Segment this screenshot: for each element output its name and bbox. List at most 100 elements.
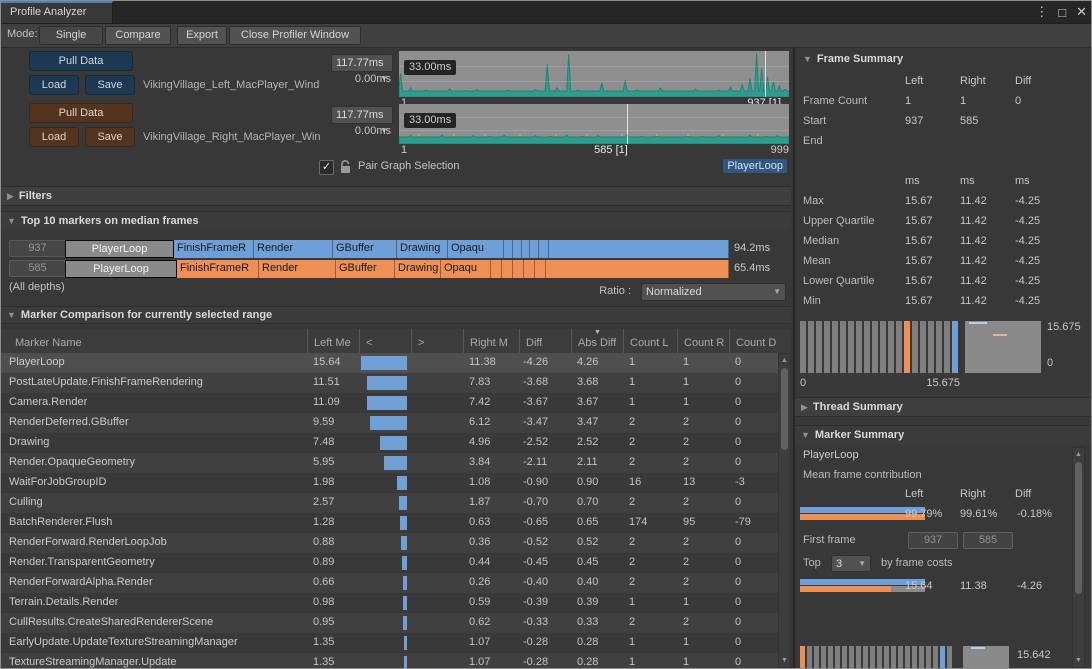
cell: -0.33 (523, 616, 548, 628)
table-row[interactable]: Drawing7.484.96-2.522.52220 (1, 433, 778, 453)
marker-segment[interactable]: GBuffer (336, 260, 395, 278)
left-panel: Pull Data Load Save VikingVillage_Left_M… (1, 47, 791, 668)
thread-summary-header[interactable]: ▶Thread Summary (795, 397, 1092, 417)
marker-segment[interactable]: PlayerLoop (65, 240, 174, 258)
table-row[interactable]: PostLateUpdate.FinishFrameRendering11.51… (1, 373, 778, 393)
scroll-down-icon[interactable]: ▼ (779, 657, 790, 664)
filters-section-header[interactable]: ▶Filters (1, 186, 791, 206)
marker-segment-small[interactable] (549, 240, 729, 258)
selected-marker-chip[interactable]: PlayerLoop (723, 159, 787, 173)
pair-graph-checkbox[interactable]: ✓ (319, 160, 334, 175)
marker-segment[interactable]: Render (254, 240, 333, 258)
frame-time-graph-left[interactable]: 33.00ms (399, 51, 789, 97)
table-row[interactable]: RenderForward.RenderLoopJob0.880.36-0.52… (1, 533, 778, 553)
frame-time-graph-right[interactable]: 33.00ms (399, 104, 789, 144)
pull-data-right-button[interactable]: Pull Data (29, 103, 133, 123)
marker-segment-small[interactable] (522, 240, 530, 258)
column-header[interactable]: Count D (729, 329, 778, 353)
comparison-section-header[interactable]: ▼Marker Comparison for currently selecte… (1, 306, 791, 324)
column-header[interactable]: Diff (519, 329, 571, 353)
first-frame-left-button[interactable]: 937 (908, 532, 958, 549)
left-graph-scale-dropdown[interactable]: 117.77ms▼ (331, 54, 393, 72)
column-header[interactable]: Count R (677, 329, 729, 353)
close-profiler-window-button[interactable]: Close Profiler Window (229, 26, 361, 45)
marker-segment[interactable]: FinishFrameR (174, 240, 254, 258)
column-header[interactable]: Left Me (307, 329, 359, 353)
frame-number-button[interactable]: 585 (9, 260, 66, 277)
table-row[interactable]: Terrain.Details.Render0.980.59-0.390.391… (1, 593, 778, 613)
scroll-up-icon[interactable]: ▲ (779, 357, 790, 364)
marker-segment[interactable]: PlayerLoop (65, 260, 177, 278)
comparison-table-scrollbar[interactable]: ▲ ▼ (778, 353, 791, 668)
marker-segment[interactable]: Drawing (397, 240, 448, 258)
frame-summary-header[interactable]: ▼Frame Summary (803, 53, 903, 65)
marker-segment[interactable]: Render (259, 260, 336, 278)
pull-data-left-button[interactable]: Pull Data (29, 51, 133, 71)
column-header[interactable]: ▼Abs Diff (571, 329, 623, 353)
column-header[interactable]: Marker Name (9, 329, 307, 353)
column-header[interactable]: Count L (623, 329, 677, 353)
scrollbar-thumb[interactable] (781, 368, 788, 450)
top10-section-header[interactable]: ▼Top 10 markers on median frames (1, 211, 791, 231)
scrollbar-thumb[interactable] (1075, 462, 1082, 594)
scroll-down-icon[interactable]: ▼ (1073, 657, 1084, 664)
table-row[interactable]: CullResults.CreateSharedRendererScene0.9… (1, 613, 778, 633)
table-row[interactable]: PlayerLoop15.6411.38-4.264.26110 (1, 353, 778, 373)
ratio-dropdown[interactable]: Normalized▼ (641, 283, 786, 301)
column-header[interactable]: < (359, 329, 411, 353)
marker-segment[interactable]: Opaqu (448, 240, 504, 258)
summary-cell: Min (803, 295, 821, 307)
marker-summary-histogram[interactable] (800, 646, 954, 669)
table-row[interactable]: Render.TransparentGeometry0.890.44-0.450… (1, 553, 778, 573)
marker-segment-small[interactable] (491, 260, 502, 278)
mode-compare-button[interactable]: Compare (105, 26, 171, 45)
scroll-up-icon[interactable]: ▲ (1073, 451, 1084, 458)
table-row[interactable]: TextureStreamingManager.Update1.351.07-0… (1, 653, 778, 668)
marker-segment[interactable]: Opaqu (441, 260, 491, 278)
table-row[interactable]: RenderDeferred.GBuffer9.596.12-3.473.472… (1, 413, 778, 433)
mode-single-button[interactable]: Single (39, 26, 103, 45)
load-right-button[interactable]: Load (29, 127, 79, 147)
marker-bar[interactable]: PlayerLoopFinishFrameRRenderGBufferDrawi… (65, 240, 729, 258)
marker-segment-small[interactable] (504, 240, 513, 258)
maximize-icon[interactable]: □ (1058, 5, 1066, 20)
lock-icon[interactable] (339, 159, 352, 174)
load-left-button[interactable]: Load (29, 75, 79, 95)
frame-summary-histogram[interactable] (800, 321, 960, 373)
marker-summary-header[interactable]: ▼Marker Summary (795, 425, 1092, 445)
frame-number-button[interactable]: 937 (9, 240, 66, 257)
export-button[interactable]: Export (177, 26, 227, 45)
cell: 1.35 (313, 656, 334, 668)
table-row[interactable]: RenderForwardAlpha.Render0.660.26-0.400.… (1, 573, 778, 593)
save-right-button[interactable]: Save (85, 127, 135, 147)
marker-segment[interactable]: FinishFrameR (177, 260, 259, 278)
column-header[interactable]: Right M (463, 329, 519, 353)
marker-bar[interactable]: PlayerLoopFinishFrameRRenderGBufferDrawi… (65, 260, 729, 278)
table-row[interactable]: EarlyUpdate.UpdateTextureStreamingManage… (1, 633, 778, 653)
table-row[interactable]: WaitForJobGroupID1.981.08-0.900.901613-3 (1, 473, 778, 493)
table-row[interactable]: Render.OpaqueGeometry5.953.84-2.112.1122… (1, 453, 778, 473)
save-left-button[interactable]: Save (85, 75, 135, 95)
right-graph-scale-dropdown[interactable]: 117.77ms▼ (331, 106, 393, 124)
table-row[interactable]: Camera.Render11.097.42-3.673.67110 (1, 393, 778, 413)
marker-segment-small[interactable] (539, 240, 549, 258)
menu-icon[interactable]: ⋮ (1035, 4, 1048, 20)
marker-segment-small[interactable] (530, 240, 539, 258)
top-n-dropdown[interactable]: 3▼ (831, 555, 871, 572)
table-row[interactable]: BatchRenderer.Flush1.280.63-0.650.651749… (1, 513, 778, 533)
table-row[interactable]: Culling2.571.87-0.700.70220 (1, 493, 778, 513)
marker-segment-small[interactable] (513, 260, 524, 278)
column-header[interactable]: > (411, 329, 463, 353)
marker-segment-small[interactable] (546, 260, 729, 278)
marker-segment-small[interactable] (524, 260, 535, 278)
column-header-label: Marker Name (15, 337, 82, 349)
first-frame-right-button[interactable]: 585 (963, 532, 1013, 549)
marker-segment[interactable]: GBuffer (333, 240, 397, 258)
tab-profile-analyzer[interactable]: Profile Analyzer (1, 1, 113, 23)
close-icon[interactable]: ✕ (1076, 4, 1087, 20)
marker-segment-small[interactable] (535, 260, 546, 278)
marker-segment[interactable]: Drawing (395, 260, 441, 278)
marker-segment-small[interactable] (513, 240, 522, 258)
marker-summary-scrollbar[interactable]: ▲ ▼ (1072, 447, 1085, 668)
marker-segment-small[interactable] (502, 260, 513, 278)
